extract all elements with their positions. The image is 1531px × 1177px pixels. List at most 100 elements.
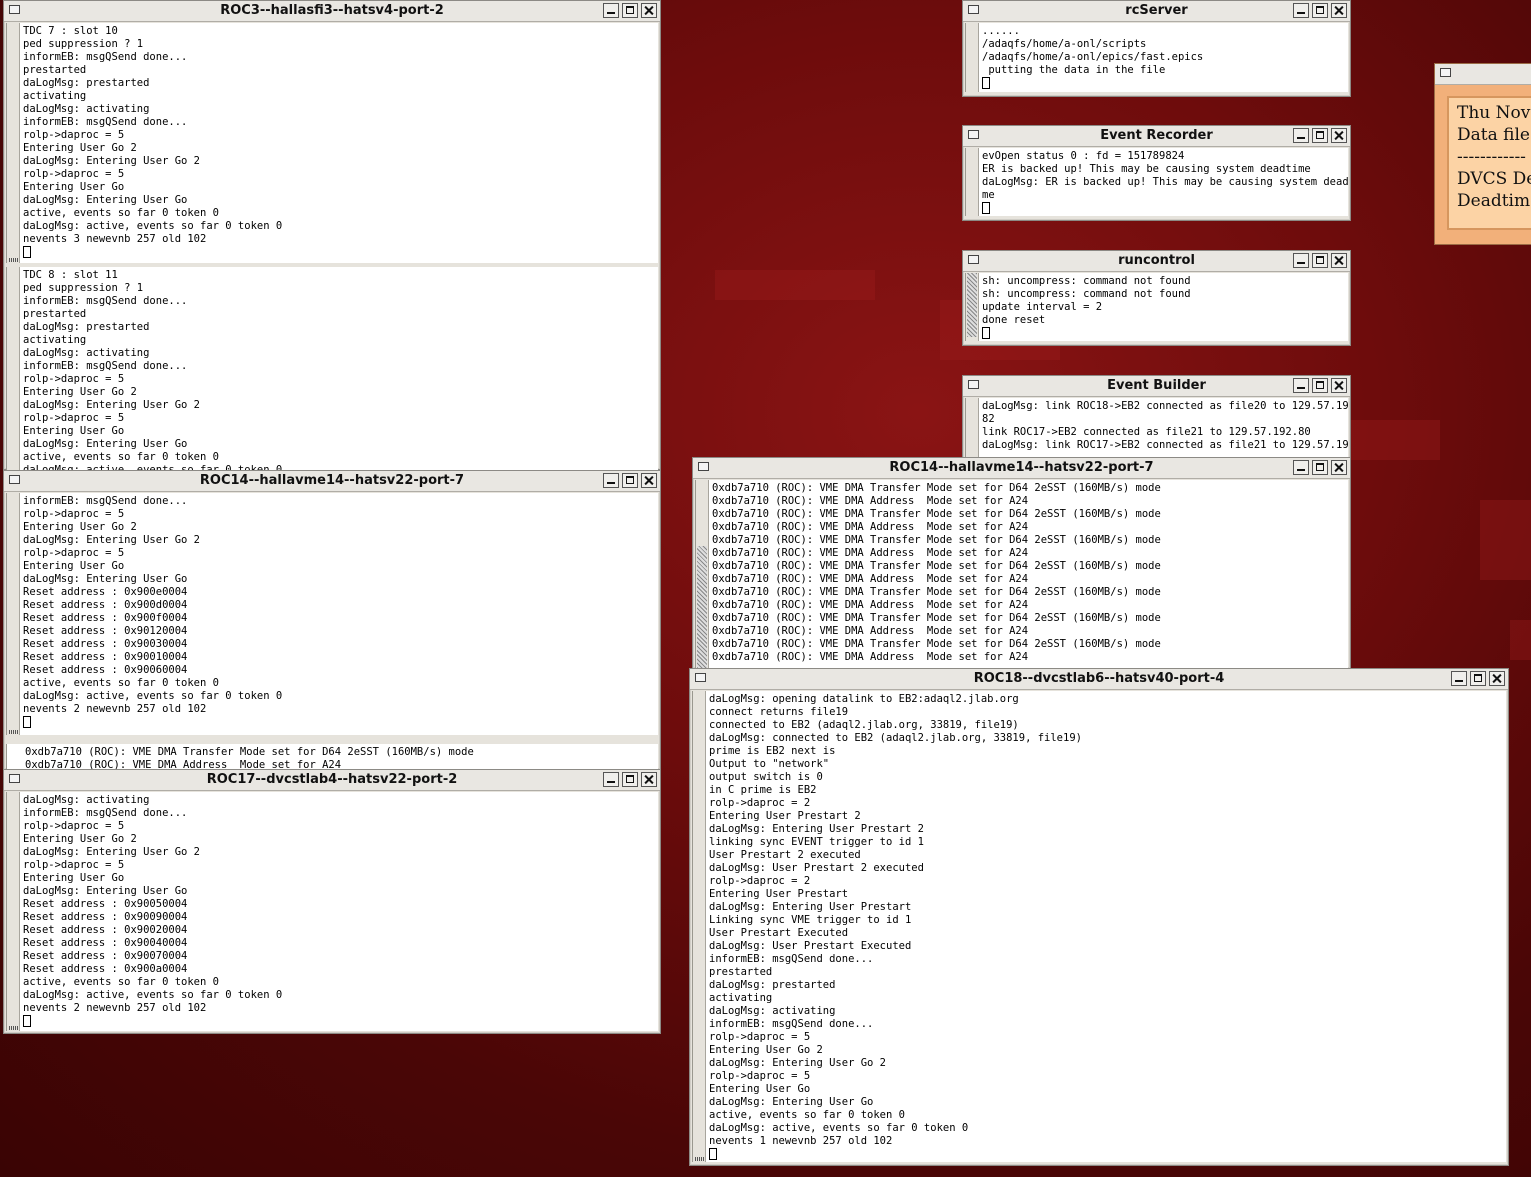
window-menu-button[interactable] bbox=[968, 130, 979, 139]
roc17-terminal-pane[interactable]: daLogMsg: activating informEB: msgQSend d… bbox=[6, 792, 658, 1031]
maximize-icon[interactable] bbox=[622, 473, 638, 488]
terminal-line: 0xdb7a710 (ROC): VME DMA Address Mode se… bbox=[712, 547, 1029, 559]
roc14-right-window[interactable]: ROC14--hallavme14--hatsv22-port-7 0xdb7a… bbox=[692, 457, 1351, 669]
scrollbar[interactable] bbox=[966, 23, 979, 92]
minimize-icon[interactable] bbox=[1293, 378, 1309, 393]
maximize-icon[interactable] bbox=[1312, 128, 1328, 143]
close-icon[interactable] bbox=[1331, 3, 1347, 18]
minimize-icon[interactable] bbox=[1293, 460, 1309, 475]
minimize-icon[interactable] bbox=[1293, 128, 1309, 143]
scrollbar[interactable] bbox=[693, 691, 706, 1162]
rcserver-titlebar[interactable]: rcServer bbox=[963, 1, 1350, 22]
roc18-window[interactable]: ROC18--dvcstlab6--hatsv40-port-4 daLogMs… bbox=[689, 668, 1509, 1166]
scrollbar[interactable] bbox=[696, 480, 709, 668]
roc3-terminal-pane-1[interactable]: TDC 7 : slot 10 ped suppression ? 1 inform… bbox=[6, 23, 658, 263]
minimize-icon[interactable] bbox=[603, 473, 619, 488]
terminal-cursor[interactable] bbox=[23, 246, 656, 259]
window-menu-button[interactable] bbox=[695, 673, 706, 682]
window-title: Event Recorder bbox=[1100, 128, 1213, 143]
close-icon[interactable] bbox=[1331, 378, 1347, 393]
maximize-icon[interactable] bbox=[1312, 253, 1328, 268]
event-recorder-terminal-pane[interactable]: evOpen status 0 : fd = 151789824 ER is ba… bbox=[965, 148, 1348, 216]
close-icon[interactable] bbox=[1331, 128, 1347, 143]
scroll-grip-icon[interactable] bbox=[9, 730, 19, 734]
maximize-icon[interactable] bbox=[622, 772, 638, 787]
scroll-grip-icon[interactable] bbox=[9, 1026, 19, 1030]
roc14-right-titlebar[interactable]: ROC14--hallavme14--hatsv22-port-7 bbox=[693, 458, 1350, 479]
event-recorder-titlebar[interactable]: Event Recorder bbox=[963, 126, 1350, 147]
close-icon[interactable] bbox=[1331, 460, 1347, 475]
terminal-line: rolp->daproc = 5 bbox=[23, 820, 125, 832]
runcontrol-terminal-pane[interactable]: sh: uncompress: command not found sh: unc… bbox=[965, 273, 1348, 341]
scroll-thumb[interactable] bbox=[697, 546, 707, 668]
window-menu-button[interactable] bbox=[698, 462, 709, 471]
scrollbar[interactable] bbox=[966, 398, 979, 459]
window-menu-button[interactable] bbox=[1440, 68, 1451, 77]
roc17-titlebar[interactable]: ROC17--dvcstlab4--hatsv22-port-2 bbox=[4, 770, 660, 791]
terminal-cursor[interactable] bbox=[982, 77, 1346, 90]
roc14-right-terminal-pane[interactable]: 0xdb7a710 (ROC): VME DMA Transfer Mode s… bbox=[695, 480, 1348, 668]
event-builder-terminal-pane[interactable]: daLogMsg: link ROC18->EB2 connected as f… bbox=[965, 398, 1348, 459]
roc17-window[interactable]: ROC17--dvcstlab4--hatsv22-port-2 daLogMs… bbox=[3, 769, 661, 1034]
scrollbar[interactable] bbox=[7, 267, 20, 471]
terminal-cursor[interactable] bbox=[23, 716, 656, 729]
roc14-terminal-pane-1[interactable]: informEB: msgQSend done... rolp->daproc =… bbox=[6, 493, 658, 735]
roc14-titlebar[interactable]: ROC14--hallavme14--hatsv22-port-7 bbox=[4, 471, 660, 492]
runcontrol-window[interactable]: runcontrol sh: uncompress: command not f… bbox=[962, 250, 1351, 346]
scrollbar[interactable] bbox=[7, 792, 20, 1031]
window-menu-button[interactable] bbox=[968, 255, 979, 264]
roc3-window[interactable]: ROC3--hallasfi3--hatsv4-port-2 TDC 7 : s… bbox=[3, 0, 661, 471]
maximize-icon[interactable] bbox=[1312, 378, 1328, 393]
event-builder-window[interactable]: Event Builder daLogMsg: link ROC18->EB2 … bbox=[962, 375, 1351, 460]
maximize-icon[interactable] bbox=[622, 3, 638, 18]
maximize-icon[interactable] bbox=[1312, 460, 1328, 475]
scrollbar[interactable] bbox=[966, 273, 979, 341]
roc18-terminal-pane[interactable]: daLogMsg: opening datalink to EB2:adaql2… bbox=[692, 691, 1506, 1162]
terminal-cursor[interactable] bbox=[982, 327, 1346, 340]
terminal-cursor[interactable] bbox=[23, 1015, 656, 1028]
close-icon[interactable] bbox=[1331, 253, 1347, 268]
close-icon[interactable] bbox=[641, 3, 657, 18]
roc14-left-window[interactable]: ROC14--hallavme14--hatsv22-port-7 inform… bbox=[3, 470, 661, 771]
roc14-terminal-pane-2[interactable]: 0xdb7a710 (ROC): VME DMA Transfer Mode s… bbox=[6, 744, 658, 771]
maximize-icon[interactable] bbox=[1312, 3, 1328, 18]
window-menu-button[interactable] bbox=[9, 5, 20, 14]
minimize-icon[interactable] bbox=[1293, 253, 1309, 268]
close-icon[interactable] bbox=[1489, 671, 1505, 686]
window-menu-button[interactable] bbox=[9, 774, 20, 783]
terminal-output: sh: uncompress: command not found sh: unc… bbox=[982, 275, 1346, 340]
scroll-grip-icon[interactable] bbox=[9, 258, 19, 262]
notice-titlebar[interactable] bbox=[1435, 64, 1531, 85]
event-builder-titlebar[interactable]: Event Builder bbox=[963, 376, 1350, 397]
terminal-cursor[interactable] bbox=[982, 202, 1346, 215]
window-menu-button[interactable] bbox=[9, 475, 20, 484]
scrollbar[interactable] bbox=[7, 493, 20, 735]
runcontrol-titlebar[interactable]: runcontrol bbox=[963, 251, 1350, 272]
window-menu-button[interactable] bbox=[968, 5, 979, 14]
terminal-line: daLogMsg: active, events so far 0 token … bbox=[23, 220, 283, 232]
roc3-titlebar[interactable]: ROC3--hallasfi3--hatsv4-port-2 bbox=[4, 1, 660, 22]
status-notice-window[interactable]: Thu NovData file (------------DVCS DeDea… bbox=[1434, 63, 1531, 245]
window-menu-button[interactable] bbox=[968, 380, 979, 389]
minimize-icon[interactable] bbox=[603, 3, 619, 18]
terminal-line: connected to EB2 (adaql2.jlab.org, 33819… bbox=[709, 719, 1019, 731]
cursor-block-icon bbox=[23, 1015, 31, 1027]
close-icon[interactable] bbox=[641, 772, 657, 787]
event-recorder-window[interactable]: Event Recorder evOpen status 0 : fd = 15… bbox=[962, 125, 1351, 221]
scroll-grip-icon[interactable] bbox=[695, 1157, 705, 1161]
minimize-icon[interactable] bbox=[1293, 3, 1309, 18]
minimize-icon[interactable] bbox=[603, 772, 619, 787]
close-icon[interactable] bbox=[641, 473, 657, 488]
roc18-titlebar[interactable]: ROC18--dvcstlab6--hatsv40-port-4 bbox=[690, 669, 1508, 690]
terminal-line: active, events so far 0 token 0 bbox=[23, 207, 219, 219]
maximize-icon[interactable] bbox=[1470, 671, 1486, 686]
scroll-thumb[interactable] bbox=[967, 273, 977, 337]
terminal-line: Entering User Go bbox=[709, 1083, 811, 1095]
scrollbar[interactable] bbox=[966, 148, 979, 216]
minimize-icon[interactable] bbox=[1451, 671, 1467, 686]
rcserver-terminal-pane[interactable]: ....../adaqfs/home/a-onl/scripts/adaqfs/… bbox=[965, 23, 1348, 92]
terminal-cursor[interactable] bbox=[709, 1148, 1504, 1161]
rcserver-window[interactable]: rcServer ....../adaqfs/home/a-onl/script… bbox=[962, 0, 1351, 97]
scrollbar[interactable] bbox=[7, 23, 20, 263]
roc3-terminal-pane-2[interactable]: TDC 8 : slot 11 ped suppression ? 1 inform… bbox=[6, 267, 658, 471]
